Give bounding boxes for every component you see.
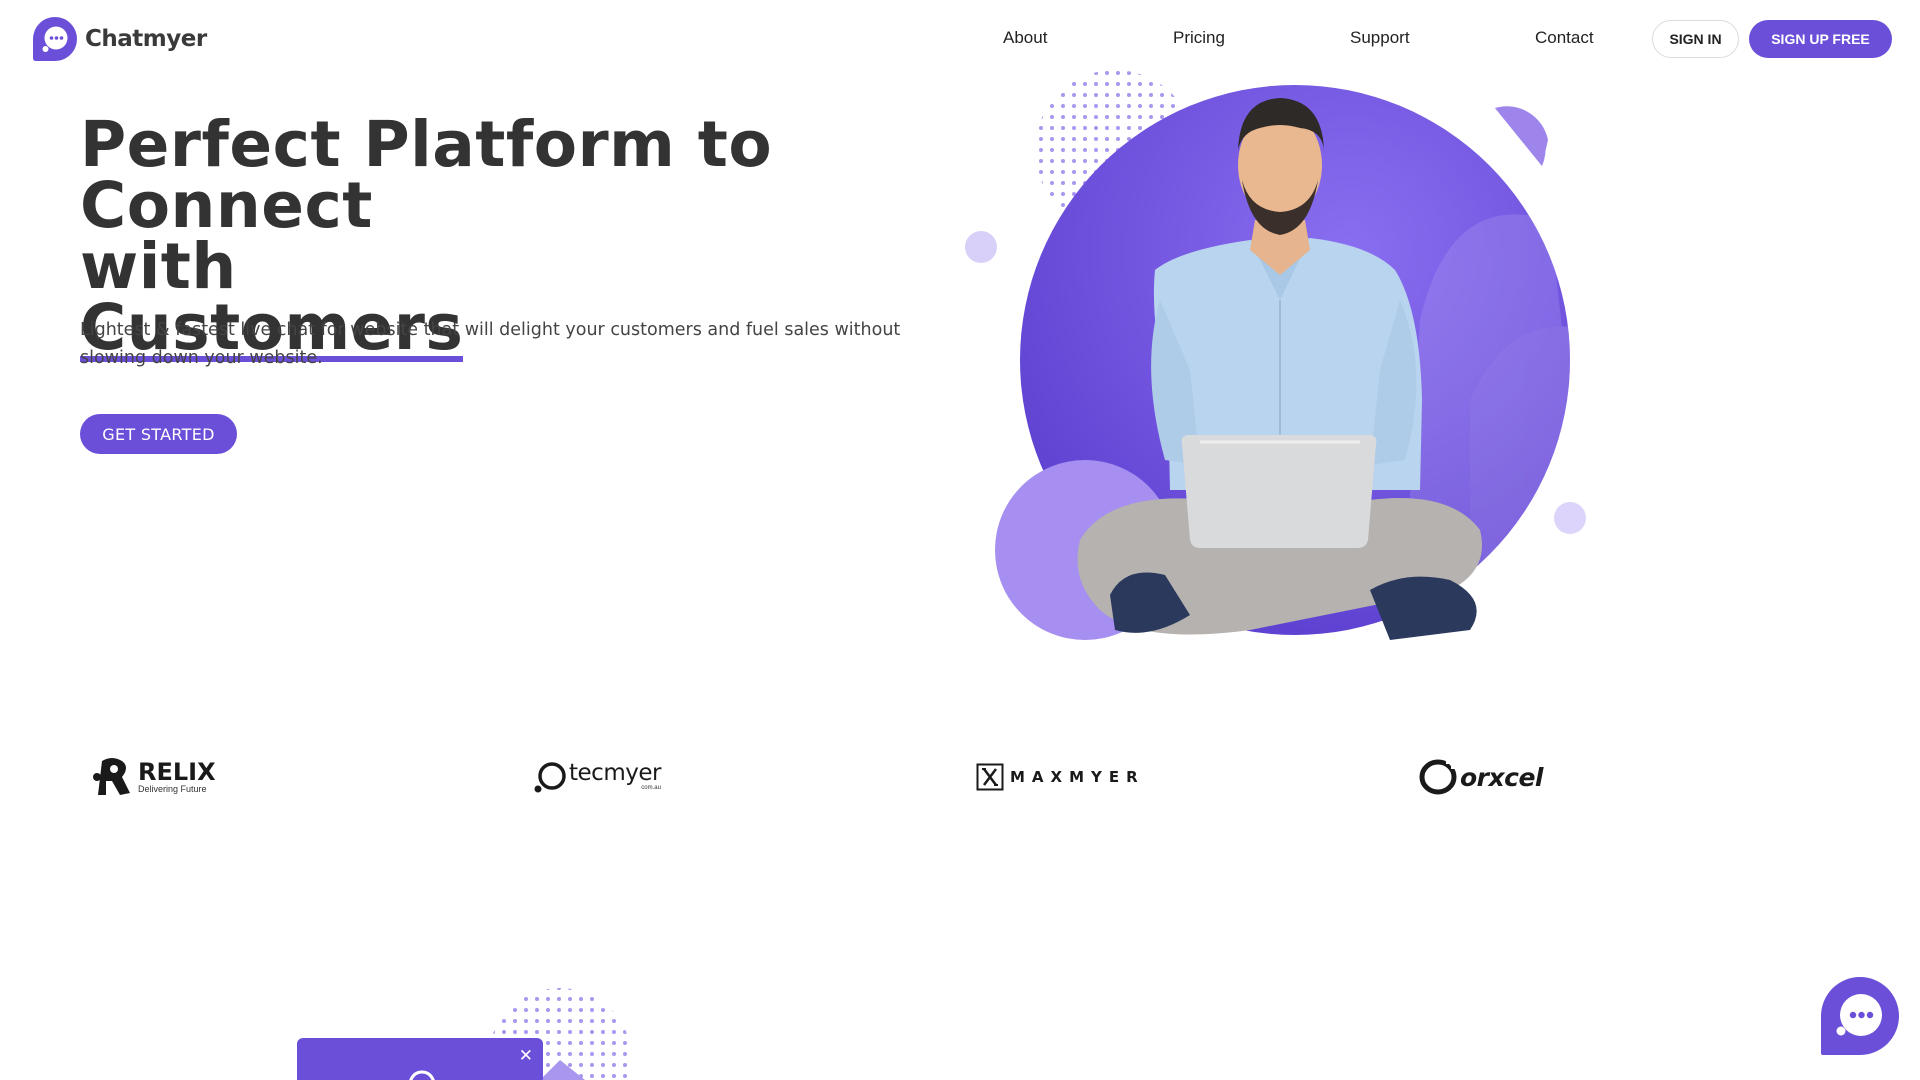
chat-bubble-icon	[1821, 977, 1899, 1055]
partner-name: tecmyer	[569, 760, 661, 786]
partner-tagline: Delivering Future	[138, 783, 207, 794]
site-header: Chatmyer About Pricing Support Contact S…	[0, 0, 1920, 78]
nav-pricing[interactable]: Pricing	[1173, 28, 1225, 48]
partner-name: MAXMYER	[1010, 768, 1145, 786]
nav-contact[interactable]: Contact	[1535, 28, 1594, 48]
partner-relix: RELIX Delivering Future	[92, 752, 216, 802]
hero-title-line-1: Perfect Platform to Connect	[80, 108, 773, 242]
brand-logo[interactable]: Chatmyer	[32, 16, 207, 62]
nav-about[interactable]: About	[1003, 28, 1047, 48]
sign-in-button[interactable]: SIGN IN	[1652, 20, 1739, 58]
hero-illustration	[965, 70, 1586, 640]
sign-up-button[interactable]: SIGN UP FREE	[1749, 20, 1892, 58]
maxmyer-logo-icon	[976, 763, 1004, 791]
partner-maxmyer: MAXMYER	[976, 752, 1145, 802]
partner-tagline: com.au	[641, 785, 661, 791]
partner-name: orxcel	[1460, 762, 1543, 792]
chat-bubble-icon	[33, 17, 77, 61]
decor-bubble	[1554, 502, 1586, 534]
chat-widget-preview: ✕	[297, 1038, 543, 1080]
partner-tecmyer: tecmyer com.au	[533, 752, 661, 802]
nav-support[interactable]: Support	[1350, 28, 1410, 48]
brand-name: Chatmyer	[85, 26, 207, 52]
chat-widget-icon	[409, 1070, 435, 1080]
partner-name: RELIX	[138, 757, 216, 786]
close-icon[interactable]: ✕	[519, 1046, 533, 1066]
chat-launcher-button[interactable]	[1819, 975, 1901, 1057]
decor-bubble	[965, 231, 997, 263]
orxcel-logo-icon	[1419, 758, 1457, 795]
get-started-button[interactable]: GET STARTED	[80, 414, 237, 454]
tecmyer-logo-icon	[534, 762, 566, 793]
hero-subtitle: Lightest & fastest live chat for website…	[80, 320, 901, 368]
partner-orxcel: orxcel	[1418, 752, 1543, 802]
relix-logo-icon	[93, 758, 130, 795]
